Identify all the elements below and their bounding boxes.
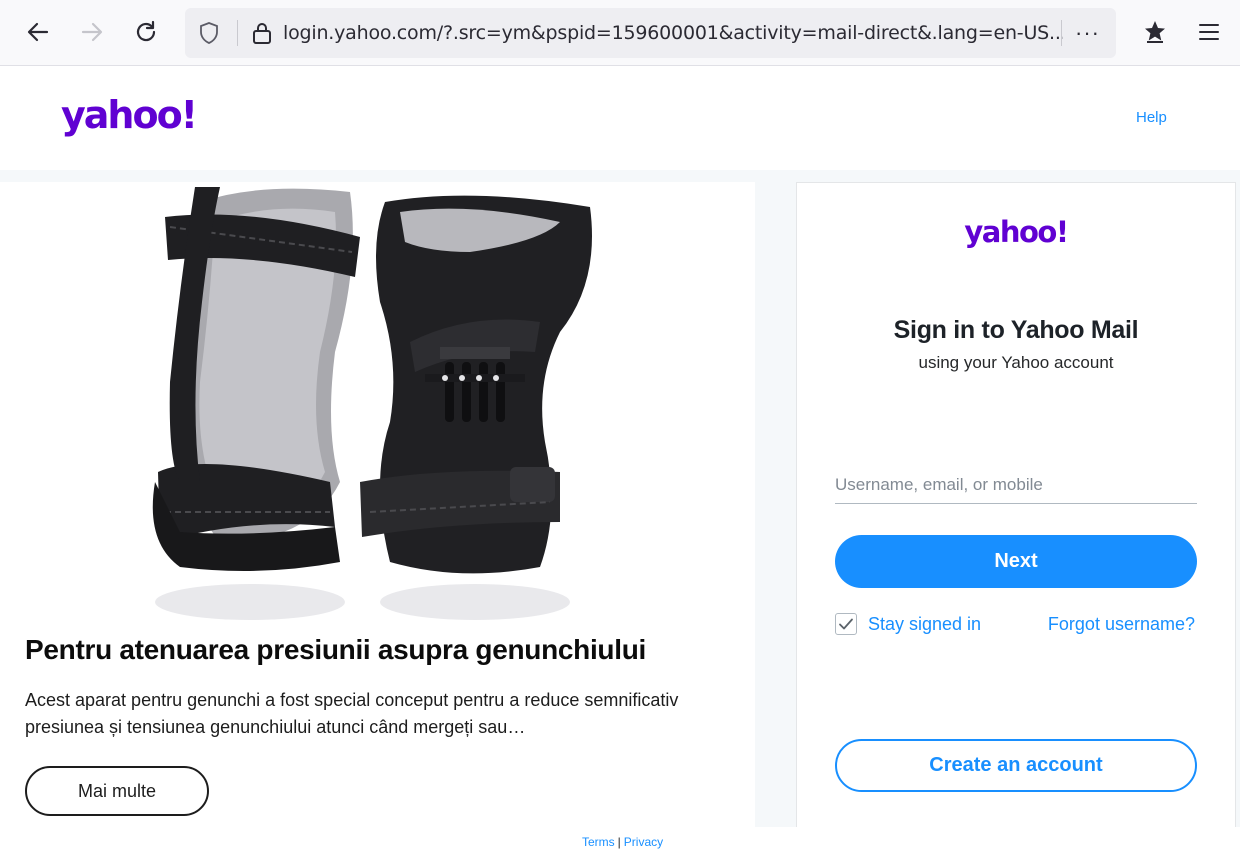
signin-subtitle: using your Yahoo account [918, 353, 1114, 372]
back-arrow-icon[interactable] [20, 14, 56, 50]
ad-panel[interactable]: Pentru atenuarea presiunii asupra genunc… [0, 182, 755, 827]
username-input[interactable] [835, 466, 1197, 504]
url-text[interactable]: login.yahoo.com/?.src=ym&pspid=159600001… [283, 22, 1063, 44]
checkmark-icon [839, 618, 853, 630]
page-actions-more-icon[interactable]: ··· [1075, 20, 1100, 46]
address-bar[interactable]: login.yahoo.com/?.src=ym&pspid=159600001… [185, 8, 1116, 58]
next-button[interactable]: Next [835, 535, 1197, 588]
forward-arrow-icon[interactable] [74, 14, 110, 50]
yahoo-logo[interactable]: yahoo! [61, 93, 198, 137]
footer-links: Terms | Privacy [582, 835, 663, 849]
login-card: yahoo! Sign in to Yahoo Mail using your … [796, 182, 1236, 827]
stay-signed-in-checkbox[interactable] [835, 613, 857, 635]
yahoo-header: yahoo! Help [0, 67, 1240, 170]
knee-brace-product-image[interactable] [140, 182, 610, 622]
ad-more-button[interactable]: Mai multe [25, 766, 209, 816]
stay-signed-in-label[interactable]: Stay signed in [868, 614, 981, 635]
hamburger-menu-icon[interactable] [1191, 14, 1227, 50]
privacy-link[interactable]: Privacy [624, 835, 663, 849]
address-bar-divider [1061, 20, 1062, 46]
help-link[interactable]: Help [1136, 109, 1167, 126]
lock-icon[interactable] [251, 21, 273, 50]
card-yahoo-logo: yahoo! [964, 215, 1069, 249]
ad-description: Acest aparat pentru genunchi a fost spec… [25, 690, 679, 737]
address-bar-divider [237, 20, 238, 46]
ad-title[interactable]: Pentru atenuarea presiunii asupra genunc… [25, 634, 646, 666]
terms-link[interactable]: Terms [582, 835, 615, 849]
forgot-username-link[interactable]: Forgot username? [1048, 614, 1195, 635]
create-account-button[interactable]: Create an account [835, 739, 1197, 792]
browser-toolbar: login.yahoo.com/?.src=ym&pspid=159600001… [0, 0, 1240, 66]
bookmark-star-icon[interactable] [1137, 14, 1173, 50]
tracking-shield-icon[interactable] [197, 21, 221, 50]
signin-title: Sign in to Yahoo Mail [893, 316, 1139, 344]
footer-separator: | [617, 835, 621, 849]
reload-icon[interactable] [128, 14, 164, 50]
